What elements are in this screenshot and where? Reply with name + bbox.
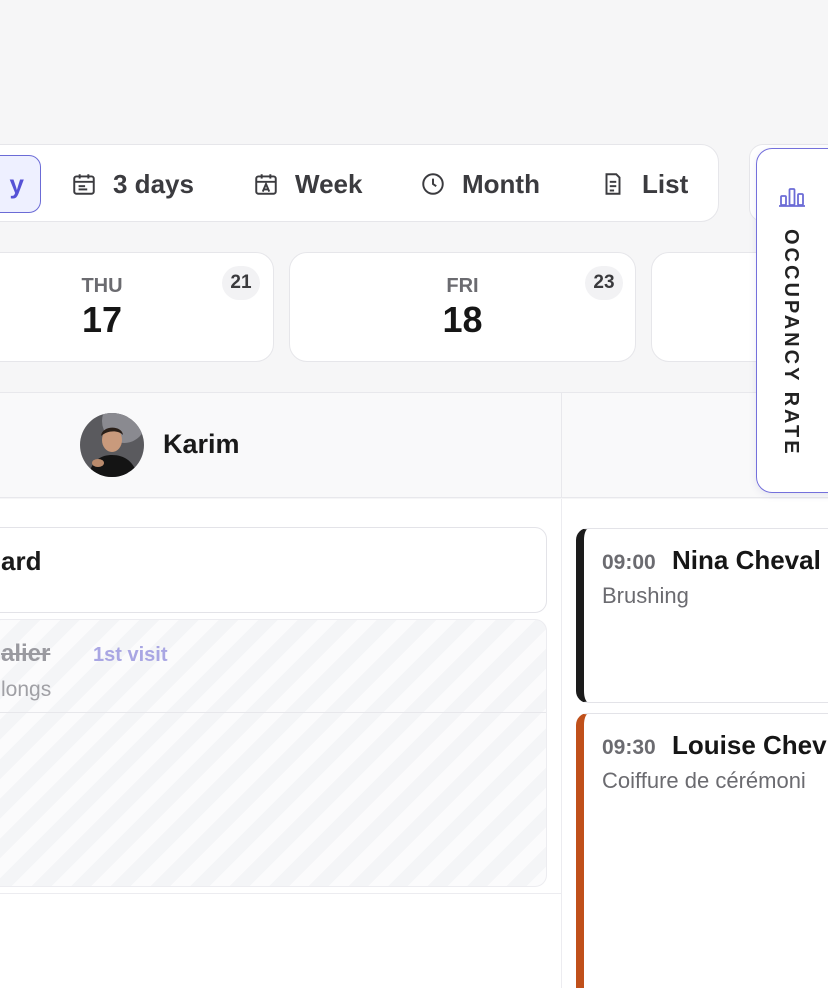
calendar-grid: ard alier 1st visit longs 09:00 Nina Che… <box>0 499 828 988</box>
day-number: 18 <box>442 299 483 340</box>
column-divider <box>561 499 562 988</box>
appointment-client: Louise Chev <box>672 730 827 760</box>
day-card-fri[interactable]: FRI 18 23 <box>289 252 636 362</box>
appointment-service: longs <box>1 678 52 701</box>
calendar-week-icon <box>255 174 277 195</box>
staff-name: Karim <box>163 429 240 459</box>
view-3days-label: 3 days <box>113 168 194 199</box>
appointment-card[interactable]: 09:00 Nina Cheval Brushing <box>576 528 828 703</box>
view-month-label: Month <box>462 168 540 199</box>
appointment-time: 09:00 <box>602 551 656 574</box>
appointment-time: 09:30 <box>602 736 656 759</box>
calendar-lines-icon <box>73 174 95 195</box>
occupancy-rate-label: OCCUPANCY RATE <box>780 229 802 457</box>
avatar[interactable] <box>80 413 144 477</box>
view-day-label: y <box>9 168 24 199</box>
appointment-card[interactable]: 09:30 Louise Chev Coiffure de cérémoni <box>576 713 828 988</box>
first-visit-tag: 1st visit <box>93 644 168 666</box>
staff-header-row: Karim <box>0 392 828 498</box>
appointment-service: Coiffure de cérémoni <box>602 768 806 793</box>
slot-separator <box>0 712 546 713</box>
cancelled-appointment-card[interactable]: alier 1st visit longs <box>0 619 547 887</box>
day-of-week: THU <box>81 275 123 297</box>
view-3days-button[interactable]: 3 days <box>71 155 194 213</box>
view-list-label: List <box>642 168 689 199</box>
day-number: 17 <box>81 299 123 340</box>
hour-line <box>0 893 561 894</box>
view-switcher: y 3 days Week Month List <box>0 144 719 222</box>
appointment-client: alier <box>1 640 51 667</box>
day-of-week: FRI <box>446 275 479 297</box>
view-list-button[interactable]: List <box>600 155 688 213</box>
appointment-count-badge: 23 <box>585 266 623 300</box>
view-week-label: Week <box>295 168 363 199</box>
view-month-button[interactable]: Month <box>420 155 540 213</box>
appointment-count-badge: 21 <box>222 266 260 300</box>
day-card-thu[interactable]: THU 17 21 <box>0 252 274 362</box>
list-doc-icon <box>605 173 621 195</box>
clock-icon <box>422 173 444 195</box>
view-day-button[interactable]: y <box>0 155 41 213</box>
appointment-service: Brushing <box>602 583 689 608</box>
column-divider <box>561 393 562 497</box>
appointment-client: ard <box>1 546 42 576</box>
appointment-card[interactable]: ard <box>0 527 547 613</box>
appointment-client: Nina Cheval <box>672 545 821 575</box>
view-week-button[interactable]: Week <box>253 155 362 213</box>
occupancy-rate-tab[interactable]: OCCUPANCY RATE <box>756 148 828 493</box>
bar-chart-icon <box>779 188 805 207</box>
